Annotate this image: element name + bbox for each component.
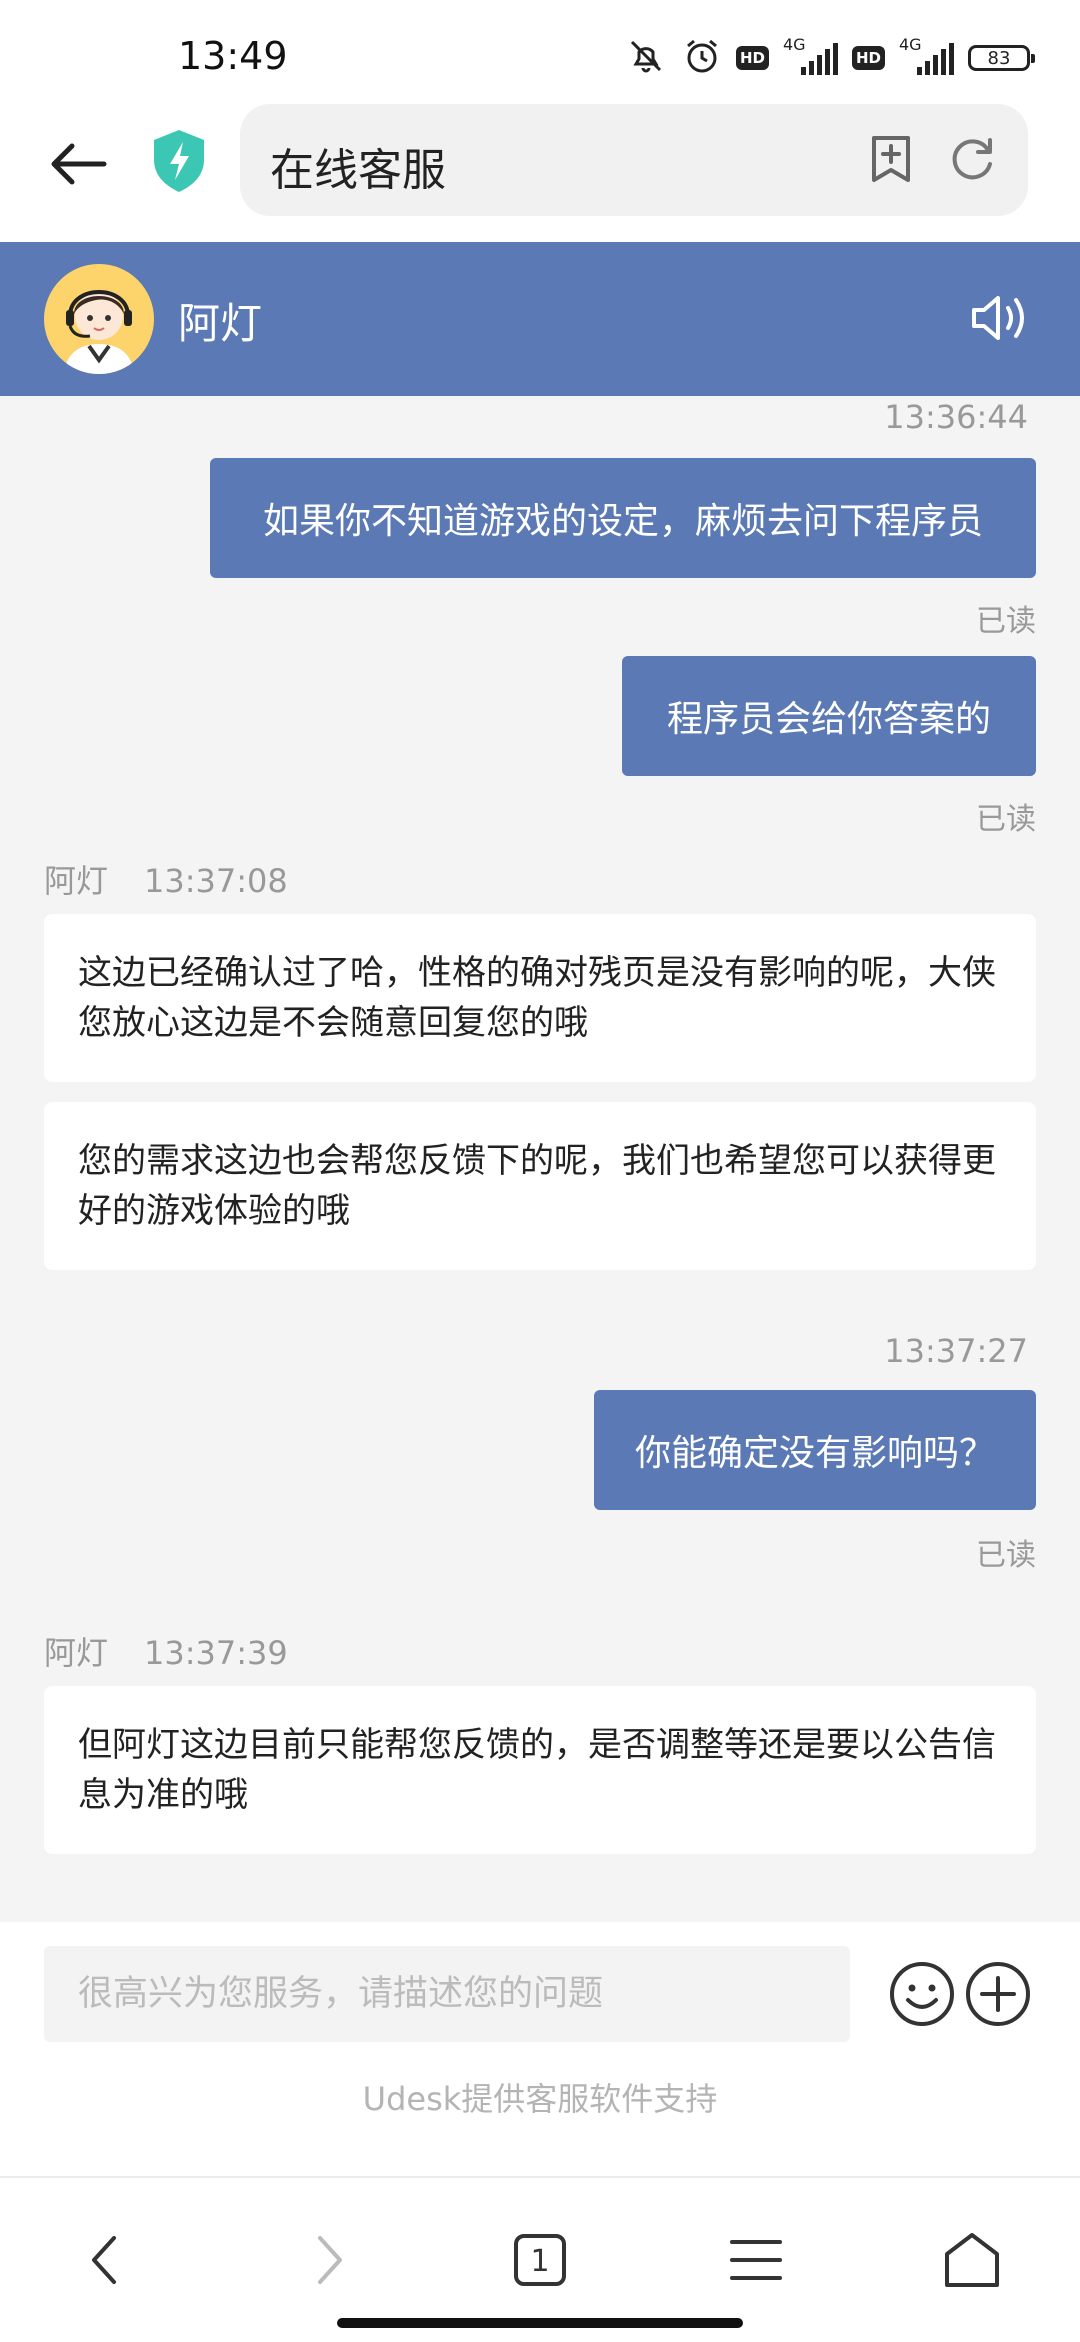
bookmark-add-icon[interactable] — [864, 132, 918, 186]
page-title: 在线客服 — [270, 145, 446, 196]
outgoing-message[interactable]: 如果你不知道游戏的设定，麻烦去问下程序员 — [210, 458, 1036, 578]
status-bar: 13:49 HD 4G HD 4G 83 — [0, 0, 1080, 100]
home-icon[interactable] — [942, 2230, 1002, 2290]
url-bar[interactable]: 在线客服 — [240, 104, 1028, 216]
signal-icon: 4G — [783, 35, 838, 75]
powered-by-text: Udesk提供客服软件支持 — [362, 2080, 718, 2118]
message-timestamp: 13:37:39 — [144, 1634, 288, 1672]
read-receipt: 已读 — [976, 604, 1036, 639]
sender-name: 阿灯 — [44, 1634, 109, 1672]
incoming-message[interactable]: 这边已经确认过了哈，性格的确对残页是没有影响的呢，大侠您放心这边是不会随意回复您… — [44, 914, 1036, 1082]
message-timestamp: 13:36:44 — [884, 398, 1028, 436]
signal-icon: 4G — [899, 35, 954, 75]
input-area: Udesk提供客服软件支持 — [0, 1922, 1080, 2176]
outgoing-message[interactable]: 你能确定没有影响吗？ — [594, 1390, 1036, 1510]
chat-header: 阿灯 — [0, 242, 1080, 396]
incoming-meta: 阿灯 13:37:39 — [44, 1628, 288, 1674]
tabs-icon[interactable]: 1 — [510, 2230, 570, 2290]
incoming-message[interactable]: 您的需求这边也会帮您反馈下的呢，我们也希望您可以获得更好的游戏体验的哦 — [44, 1102, 1036, 1270]
speaker-icon[interactable] — [968, 288, 1034, 348]
emoji-icon[interactable] — [888, 1960, 956, 2028]
outgoing-message[interactable]: 程序员会给你答案的 — [622, 656, 1036, 776]
home-indicator[interactable] — [337, 2318, 743, 2328]
agent-name: 阿灯 — [178, 299, 263, 348]
agent-avatar — [44, 264, 154, 374]
browser-toolbar: 在线客服 — [0, 100, 1080, 242]
browser-bottom-nav: 1 — [0, 2176, 1080, 2342]
status-time: 13:49 — [178, 34, 288, 78]
message-input[interactable] — [44, 1946, 850, 2042]
plus-icon[interactable] — [964, 1960, 1032, 2028]
menu-icon[interactable] — [726, 2230, 786, 2290]
hd-badge: HD — [851, 46, 885, 70]
hd-badge: HD — [735, 46, 769, 70]
battery-icon: 83 — [968, 45, 1035, 71]
sender-name: 阿灯 — [44, 862, 109, 900]
forward-icon[interactable] — [298, 2230, 358, 2290]
alarm-icon — [682, 36, 722, 80]
message-timestamp: 13:37:27 — [884, 1332, 1028, 1370]
shield-icon — [150, 128, 208, 194]
network-label: 4G — [782, 35, 806, 54]
read-receipt: 已读 — [976, 1538, 1036, 1573]
message-input-container — [44, 1946, 850, 2042]
message-timestamp: 13:37:08 — [144, 862, 288, 900]
read-receipt: 已读 — [976, 802, 1036, 837]
mute-icon — [624, 36, 668, 80]
network-label: 4G — [899, 35, 922, 54]
reload-icon[interactable] — [946, 134, 998, 186]
tab-count: 1 — [530, 2244, 549, 2279]
incoming-message[interactable]: 但阿灯这边目前只能帮您反馈的，是否调整等还是要以公告信息为准的哦 — [44, 1686, 1036, 1854]
back-arrow-icon[interactable] — [44, 128, 116, 200]
status-icons: HD 4G HD 4G 83 — [624, 35, 1035, 80]
back-icon[interactable] — [76, 2230, 136, 2290]
incoming-meta: 阿灯 13:37:08 — [44, 856, 288, 902]
